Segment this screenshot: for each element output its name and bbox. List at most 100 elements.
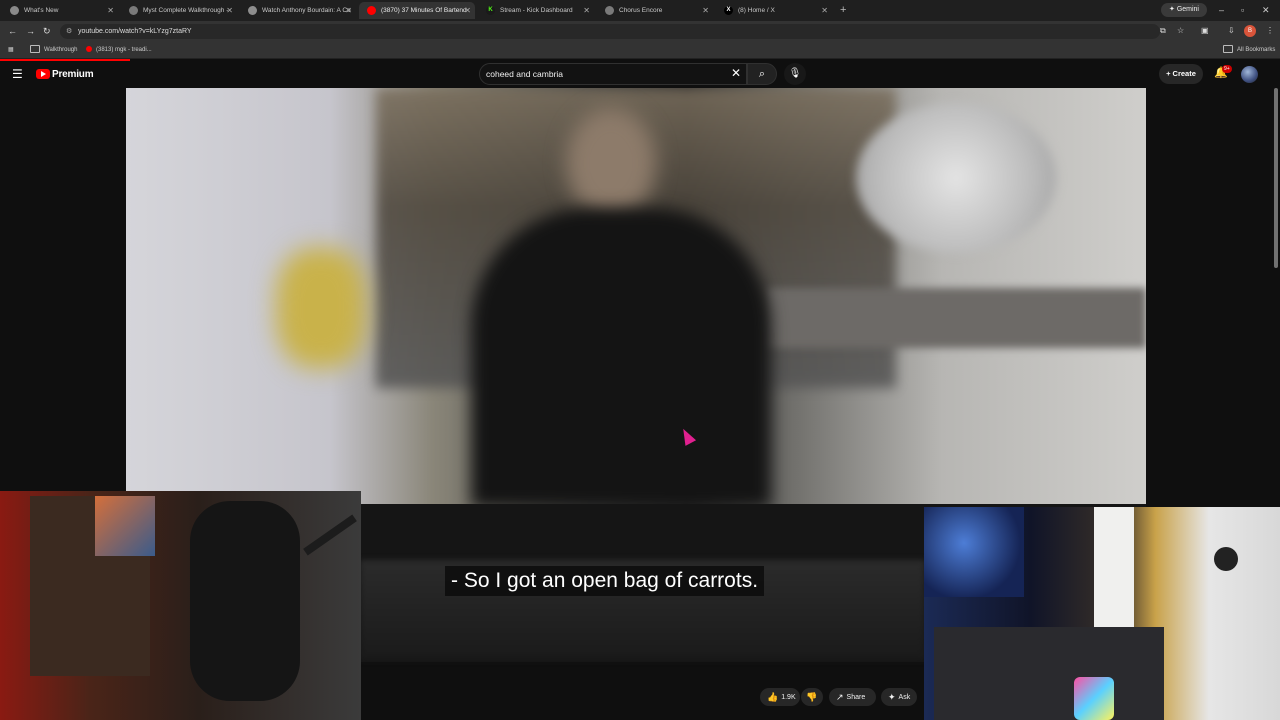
bookmark-mgk[interactable]: (3813) mgk - treadi...: [86, 42, 152, 58]
tab-favicon-icon: [605, 6, 614, 15]
bookmark-label: (3813) mgk - treadi...: [96, 47, 152, 53]
back-icon[interactable]: ←: [8, 24, 17, 38]
webcam-lamp: [1214, 547, 1238, 571]
youtube-premium-wordmark[interactable]: Premium: [52, 68, 94, 81]
tab-close-icon[interactable]: ✕: [226, 2, 233, 19]
minimize-icon[interactable]: –: [1219, 3, 1224, 17]
tab-x-home[interactable]: X (8) Home / X ✕: [716, 2, 832, 19]
webcam-overlay-left: [0, 491, 361, 720]
tab-chorus-encore[interactable]: Chorus Encore ✕: [597, 2, 713, 19]
x-favicon-icon: X: [724, 6, 733, 15]
dislike-button[interactable]: 👎: [801, 688, 823, 706]
tab-title: Chorus Encore: [619, 7, 663, 14]
tab-youtube-bartend[interactable]: (3870) 37 Minutes Of Bartend ✕: [359, 2, 475, 19]
reload-icon[interactable]: ↻: [43, 24, 51, 38]
tab-anthony-bourdain[interactable]: Watch Anthony Bourdain: A Co ✕: [240, 2, 356, 19]
share-button[interactable]: ↗ Share: [829, 688, 876, 706]
folder-icon: [30, 45, 40, 54]
bookmark-walkthrough[interactable]: Walkthrough: [30, 42, 77, 58]
url-text: youtube.com/watch?v=kLYzg7ztaRY: [78, 28, 192, 35]
notifications-badge: 9+: [1222, 65, 1232, 73]
video-frame-head: [566, 108, 656, 218]
video-caption: - So I got an open bag of carrots.: [445, 566, 765, 596]
site-info-icon[interactable]: ⚙: [66, 24, 72, 39]
bookmark-label: Walkthrough: [44, 47, 78, 53]
tab-close-icon[interactable]: ✕: [464, 2, 471, 19]
hamburger-menu-icon[interactable]: ☰: [12, 67, 23, 81]
address-bar[interactable]: ⚙ youtube.com/watch?v=kLYzg7ztaRY: [60, 24, 1160, 39]
gemini-label: Gemini: [1176, 6, 1199, 13]
close-window-icon[interactable]: ✕: [1262, 3, 1270, 17]
tab-close-icon[interactable]: ✕: [583, 2, 590, 19]
webcam-desk: [934, 627, 1164, 720]
profile-avatar[interactable]: B: [1244, 25, 1256, 37]
downloads-icon[interactable]: ⇩: [1228, 24, 1235, 38]
tab-title: Watch Anthony Bourdain: A Co: [262, 7, 351, 14]
all-bookmarks-label: All Bookmarks: [1237, 47, 1276, 53]
folder-icon: [1223, 45, 1233, 54]
tab-myst-walkthrough[interactable]: Myst Complete Walkthrough - ✕: [121, 2, 237, 19]
sparkle-icon: ✦: [1169, 6, 1177, 13]
thumbs-down-icon: 👎: [806, 692, 818, 702]
tab-favicon-icon: [129, 6, 138, 15]
video-frame-counter: [766, 288, 1146, 348]
ask-button[interactable]: ✦ Ask: [881, 688, 917, 706]
new-tab-button[interactable]: +: [840, 2, 846, 18]
page-scrollbar[interactable]: [1274, 88, 1278, 268]
search-input[interactable]: coheed and cambria: [479, 63, 747, 85]
youtube-logo-icon[interactable]: [36, 69, 50, 79]
apps-grid-icon[interactable]: ▦: [8, 42, 14, 58]
ask-label: Ask: [898, 693, 911, 701]
tab-favicon-icon: [10, 6, 19, 15]
kick-favicon-icon: K: [486, 6, 495, 15]
microphone-icon: 🎙: [788, 68, 802, 79]
video-frame-object: [276, 248, 366, 368]
maximize-icon[interactable]: ▫: [1241, 3, 1244, 17]
create-label: Create: [1172, 69, 1196, 78]
webcam-poster: [924, 507, 1024, 597]
search-button[interactable]: ⌕: [747, 63, 777, 85]
install-app-icon[interactable]: ⧉: [1160, 24, 1166, 38]
tab-close-icon[interactable]: ✕: [821, 2, 828, 19]
webcam-object: [1074, 677, 1114, 720]
webcam-poster: [95, 496, 155, 556]
tab-close-icon[interactable]: ✕: [345, 2, 352, 19]
browser-toolbar: ← → ↻ ⚙ youtube.com/watch?v=kLYzg7ztaRY …: [0, 21, 1280, 42]
tab-favicon-icon: [248, 6, 257, 15]
video-player[interactable]: [126, 88, 1146, 504]
like-count: 1.9K: [781, 693, 796, 701]
tab-title: What's New: [24, 7, 59, 14]
video-frame-person: [471, 208, 771, 504]
all-bookmarks[interactable]: All Bookmarks: [1223, 42, 1275, 58]
webcam-chair: [190, 501, 300, 701]
tab-whats-new[interactable]: What's New ✕: [2, 2, 118, 19]
webcam-overlay-right: [924, 507, 1280, 720]
create-button[interactable]: + Create: [1159, 64, 1203, 84]
sparkle-icon: ✦: [888, 692, 896, 702]
tab-close-icon[interactable]: ✕: [702, 2, 709, 19]
bookmarks-bar: ▦ Walkthrough (3813) mgk - treadi... All…: [0, 42, 1280, 59]
youtube-favicon-icon: [86, 46, 92, 53]
tab-kick-dashboard[interactable]: K Stream - Kick Dashboard ✕: [478, 2, 594, 19]
gemini-button[interactable]: ✦ Gemini: [1161, 3, 1207, 17]
tab-title: Myst Complete Walkthrough -: [143, 7, 229, 14]
tab-close-icon[interactable]: ✕: [107, 2, 114, 19]
share-label: Share: [846, 693, 866, 701]
webcam-mic-arm: [303, 514, 357, 556]
like-button[interactable]: 👍 1.9K: [760, 688, 800, 706]
thumbs-up-icon: 👍: [767, 692, 779, 702]
menu-kebab-icon[interactable]: ⋮: [1266, 24, 1274, 38]
tab-search-icon[interactable]: ▣: [1201, 24, 1209, 38]
video-frame-appliance: [856, 103, 1056, 253]
bookmark-star-icon[interactable]: ☆: [1177, 24, 1184, 38]
tab-title: (8) Home / X: [738, 7, 775, 14]
youtube-favicon-icon: [367, 6, 376, 15]
voice-search-button[interactable]: 🎙: [784, 63, 806, 85]
tab-title: Stream - Kick Dashboard: [500, 7, 573, 14]
clear-search-icon[interactable]: ✕: [731, 66, 741, 80]
account-avatar[interactable]: [1241, 66, 1258, 83]
forward-icon[interactable]: →: [26, 24, 35, 38]
search-icon: ⌕: [758, 68, 766, 80]
tab-strip: What's New ✕ Myst Complete Walkthrough -…: [0, 0, 1280, 21]
share-icon: ↗: [836, 692, 844, 702]
